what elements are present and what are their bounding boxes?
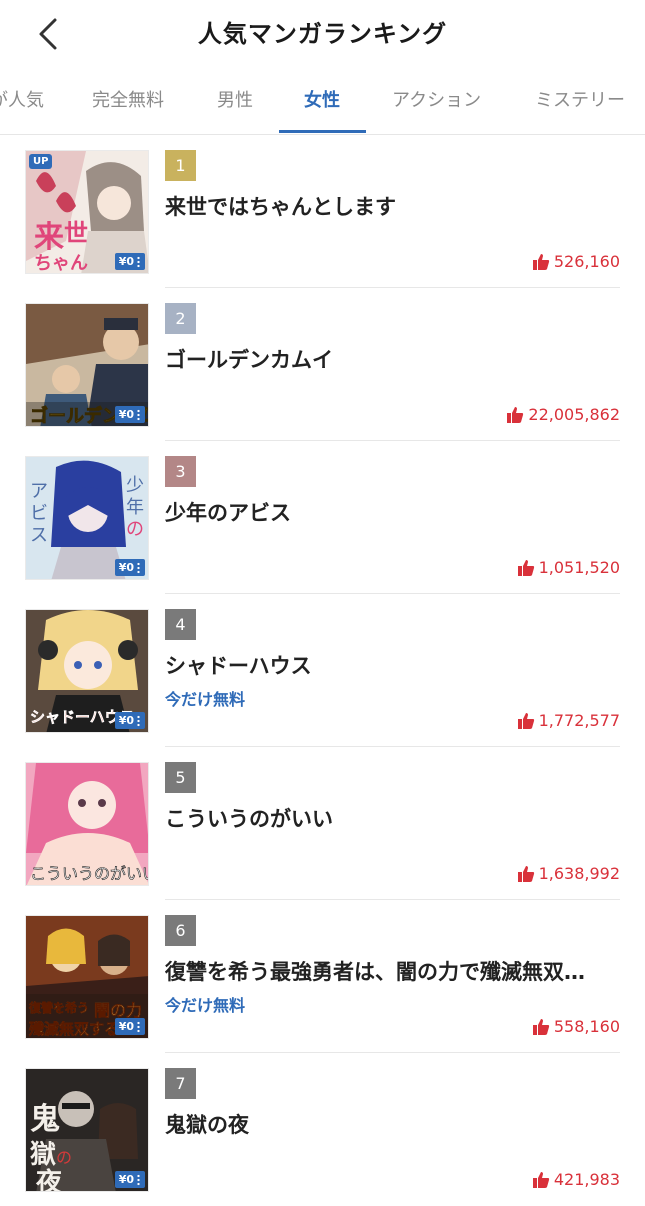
manga-title[interactable]: 復讐を希う最強勇者は、闇の力で殲滅無双… <box>165 956 635 986</box>
cover-image[interactable]: 鬼 獄 の 夜 ¥0 <box>25 1068 149 1192</box>
likes-count: 1,051,520 <box>517 558 620 577</box>
svg-text:ビ: ビ <box>30 503 48 524</box>
svg-text:年: 年 <box>126 497 144 518</box>
tab-female[interactable]: 女性 <box>304 72 340 132</box>
svg-text:夜: 夜 <box>35 1167 63 1192</box>
svg-text:ス: ス <box>30 525 48 546</box>
price-badge: ¥0 <box>114 559 145 576</box>
thumbs-up-icon <box>517 559 535 577</box>
svg-text:来: 来 <box>34 220 64 255</box>
price-badge: ¥0 <box>114 1171 145 1188</box>
thumbs-up-icon <box>517 712 535 730</box>
cover-image[interactable]: 復讐を希う 闇の力 殲滅無双する ¥0 <box>25 915 149 1039</box>
cover-image[interactable]: ゴールデンカムイ ¥0 <box>25 303 149 427</box>
likes-count: 1,638,992 <box>517 864 620 883</box>
free-now-tag: 今だけ無料 <box>165 690 246 709</box>
thumbs-up-icon <box>506 406 524 424</box>
thumbs-up-icon <box>517 865 535 883</box>
svg-text:獄: 獄 <box>30 1140 56 1170</box>
likes-count: 421,983 <box>532 1170 620 1189</box>
manga-title[interactable]: ゴールデンカムイ <box>165 344 635 374</box>
svg-text:の: の <box>126 519 144 540</box>
rank-badge: 2 <box>165 303 196 334</box>
manga-title[interactable]: 少年のアビス <box>165 497 635 527</box>
svg-text:の: の <box>56 1148 72 1167</box>
manga-title[interactable]: シャドーハウス <box>165 650 635 680</box>
likes-count: 1,772,577 <box>517 711 620 730</box>
cover-image[interactable]: こういうのがいい <box>25 762 149 886</box>
manga-title[interactable]: こういうのがいい <box>165 803 635 833</box>
thumbs-up-icon <box>532 1018 550 1036</box>
up-badge: UP <box>29 154 53 169</box>
price-badge: ¥0 <box>114 1018 145 1035</box>
tab-action[interactable]: アクション <box>392 72 481 132</box>
tab-mystery[interactable]: ミステリー <box>535 72 625 132</box>
rank-badge: 4 <box>165 609 196 640</box>
manga-title[interactable]: 来世ではちゃんとします <box>165 191 635 221</box>
thumbs-up-icon <box>532 253 550 271</box>
likes-count: 526,160 <box>532 252 620 271</box>
ranking-item-3[interactable]: ア ビ ス 少 年 の ¥0 3 少年のアビス 1,051,520 <box>0 441 645 594</box>
rank-badge: 5 <box>165 762 196 793</box>
cover-image[interactable]: ア ビ ス 少 年 の ¥0 <box>25 456 149 580</box>
cover-art: こういうのがいい <box>26 763 149 885</box>
thumbs-up-icon <box>532 1171 550 1189</box>
price-badge: ¥0 <box>114 406 145 423</box>
svg-text:復讐を希う: 復讐を希う <box>28 1000 89 1015</box>
cover-image[interactable]: 来 世 ちゃん UP ¥0 <box>25 150 149 274</box>
manga-title[interactable]: 鬼獄の夜 <box>165 1109 635 1139</box>
header-bar: 人気マンガランキング <box>0 0 645 68</box>
svg-text:ちゃん: ちゃん <box>34 253 88 274</box>
ranking-item-2[interactable]: ゴールデンカムイ ¥0 2 ゴールデンカムイ 22,005,862 <box>0 288 645 441</box>
ranking-item-6[interactable]: 復讐を希う 闇の力 殲滅無双する ¥0 6 復讐を希う最強勇者は、闇の力で殲滅無… <box>0 900 645 1053</box>
cover-image[interactable]: シャドーハウス ¥0 <box>25 609 149 733</box>
svg-text:殲滅無双する: 殲滅無双する <box>28 1020 119 1038</box>
tab-popular[interactable]: が人気 <box>0 72 44 132</box>
price-badge: ¥0 <box>114 253 145 270</box>
ranking-item-1[interactable]: 来 世 ちゃん UP ¥0 1 来世ではちゃんとします 526,160 <box>0 135 645 288</box>
likes-count: 22,005,862 <box>506 405 620 424</box>
svg-text:世: 世 <box>64 219 88 247</box>
ranking-item-4[interactable]: シャドーハウス ¥0 4 シャドーハウス 今だけ無料 1,772,577 <box>0 594 645 747</box>
tab-completely-free[interactable]: 完全無料 <box>92 72 164 132</box>
rank-badge: 3 <box>165 456 196 487</box>
svg-text:こういうのがいい: こういうのがいい <box>30 864 149 883</box>
price-badge: ¥0 <box>114 712 145 729</box>
ranking-item-5[interactable]: こういうのがいい 5 こういうのがいい 1,638,992 <box>0 747 645 900</box>
category-tabs: が人気 完全無料 男性 女性 アクション ミステリー <box>0 72 645 135</box>
svg-text:ア: ア <box>30 481 48 502</box>
rank-badge: 6 <box>165 915 196 946</box>
likes-count: 558,160 <box>532 1017 620 1036</box>
active-tab-indicator <box>279 130 366 133</box>
free-now-tag: 今だけ無料 <box>165 996 246 1015</box>
page-title: 人気マンガランキング <box>197 20 448 48</box>
svg-text:鬼: 鬼 <box>30 1102 60 1137</box>
ranking-item-7[interactable]: 鬼 獄 の 夜 ¥0 7 鬼獄の夜 421,983 <box>0 1053 645 1206</box>
rank-badge: 1 <box>165 150 196 181</box>
rank-badge: 7 <box>165 1068 196 1099</box>
tab-male[interactable]: 男性 <box>217 72 253 132</box>
svg-text:少: 少 <box>126 475 144 496</box>
